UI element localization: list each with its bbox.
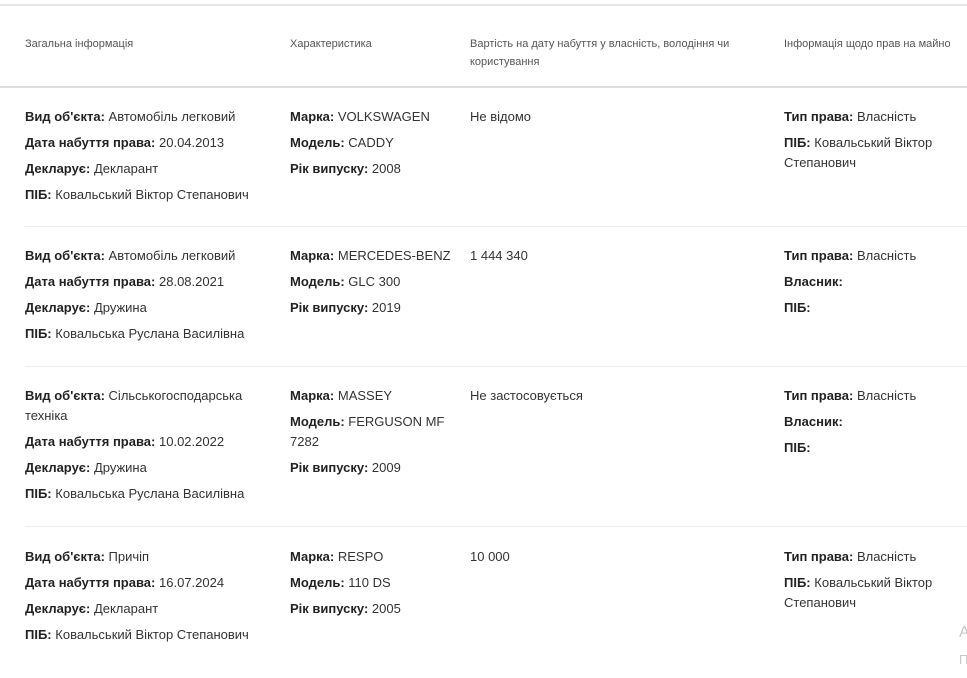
general-cell: Вид об'єкта: Автомобіль легковий Дата на… (25, 246, 280, 350)
full-name-value: Ковальська Руслана Василівна (55, 326, 245, 341)
acquisition-date-value: 28.08.2021 (159, 274, 225, 289)
declarant-label: Декларує: (25, 161, 91, 176)
model-value: 110 DS (348, 575, 391, 590)
model-label: Модель: (290, 414, 345, 429)
right-type-value: Власність (856, 388, 917, 403)
model-label: Модель: (290, 575, 345, 590)
header-rights: Інформація щодо прав на майно (784, 38, 951, 50)
value-text: Не застосовується (470, 388, 583, 403)
right-type-label: Тип права: (784, 248, 854, 263)
object-type-label: Вид об'єкта: (25, 549, 105, 564)
full-name-label: ПІБ: (25, 326, 52, 341)
object-type-value: Автомобіль легковий (108, 109, 236, 124)
value-text: 10 000 (470, 549, 510, 564)
header-divider (0, 86, 967, 88)
rights-cell: Тип права: Власність ПІБ: Ковальський Ві… (784, 107, 967, 179)
value-cell: 10 000 (470, 547, 760, 573)
rights-full-name-label: ПІБ: (784, 300, 811, 315)
value-cell: Не відомо (470, 107, 760, 133)
brand-value: VOLKSWAGEN (337, 109, 430, 124)
value-cell: Не застосовується (470, 386, 760, 412)
year-value: 2008 (371, 161, 401, 176)
declarant-value: Дружина (93, 300, 147, 315)
owner-label: Власник: (784, 274, 843, 289)
brand-value: MERCEDES-BENZ (337, 248, 451, 263)
right-type-label: Тип права: (784, 109, 854, 124)
model-value: GLC 300 (348, 274, 401, 289)
value-text: Не відомо (470, 109, 532, 124)
model-value: CADDY (348, 135, 394, 150)
owner-label: Власник: (784, 414, 843, 429)
full-name-label: ПІБ: (25, 627, 52, 642)
rights-cell: Тип права: Власність ПІБ: Ковальський Ві… (784, 547, 967, 619)
brand-label: Марка: (290, 549, 335, 564)
object-type-label: Вид об'єкта: (25, 388, 105, 403)
brand-value: RESPO (337, 549, 384, 564)
object-type-label: Вид об'єкта: (25, 248, 105, 263)
declarant-label: Декларує: (25, 300, 91, 315)
characteristics-cell: Марка: MASSEY Модель: FERGUSON MF 7282 Р… (290, 386, 455, 484)
right-type-value: Власність (856, 109, 917, 124)
model-label: Модель: (290, 274, 345, 289)
rights-cell: Тип права: Власність Власник: ПІБ: (784, 246, 967, 324)
header-value: Вартість на дату набуття у власність, во… (470, 38, 730, 68)
acquisition-date-value: 10.02.2022 (159, 434, 225, 449)
year-label: Рік випуску: (290, 460, 369, 475)
declarant-value: Дружина (93, 460, 147, 475)
year-label: Рік випуску: (290, 601, 369, 616)
rights-cell: Тип права: Власність Власник: ПІБ: (784, 386, 967, 464)
year-value: 2005 (371, 601, 401, 616)
rights-full-name-label: ПІБ: (784, 440, 811, 455)
right-type-value: Власність (856, 248, 917, 263)
full-name-value: Ковальська Руслана Василівна (55, 486, 245, 501)
acquisition-date-value: 16.07.2024 (159, 575, 225, 590)
brand-label: Марка: (290, 109, 335, 124)
object-type-value: Причіп (108, 549, 150, 564)
declarant-value: Декларант (93, 161, 159, 176)
acquisition-date-label: Дата набуття права: (25, 274, 156, 289)
object-type-value: Автомобіль легковий (108, 248, 236, 263)
year-value: 2019 (371, 300, 401, 315)
declarant-label: Декларує: (25, 601, 91, 616)
year-label: Рік випуску: (290, 161, 369, 176)
right-type-label: Тип права: (784, 549, 854, 564)
watermark-text-line2: П (959, 652, 967, 667)
rights-full-name-label: ПІБ: (784, 575, 811, 590)
value-cell: 1 444 340 (470, 246, 760, 272)
characteristics-cell: Марка: MERCEDES-BENZ Модель: GLC 300 Рік… (290, 246, 455, 324)
watermark-text-line1: А (959, 624, 967, 641)
brand-label: Марка: (290, 248, 335, 263)
full-name-label: ПІБ: (25, 486, 52, 501)
declarant-value: Декларант (93, 601, 159, 616)
table-header: Загальна інформація Характеристика Варті… (0, 0, 967, 86)
row-divider (25, 526, 967, 527)
full-name-value: Ковальський Віктор Степанович (55, 187, 249, 202)
acquisition-date-label: Дата набуття права: (25, 135, 156, 150)
rights-full-name-label: ПІБ: (784, 135, 811, 150)
object-type-label: Вид об'єкта: (25, 109, 105, 124)
full-name-value: Ковальський Віктор Степанович (55, 627, 249, 642)
right-type-label: Тип права: (784, 388, 854, 403)
general-cell: Вид об'єкта: Сільськогосподарська технік… (25, 386, 280, 510)
general-cell: Вид об'єкта: Автомобіль легковий Дата на… (25, 107, 280, 211)
right-type-value: Власність (856, 549, 917, 564)
acquisition-date-value: 20.04.2013 (159, 135, 225, 150)
declarant-label: Декларує: (25, 460, 91, 475)
characteristics-cell: Марка: VOLKSWAGEN Модель: CADDY Рік випу… (290, 107, 455, 185)
general-cell: Вид об'єкта: Причіп Дата набуття права: … (25, 547, 280, 651)
header-general: Загальна інформація (25, 38, 134, 50)
acquisition-date-label: Дата набуття права: (25, 575, 156, 590)
header-characteristics: Характеристика (290, 38, 372, 50)
full-name-label: ПІБ: (25, 187, 52, 202)
row-divider (25, 226, 967, 227)
characteristics-cell: Марка: RESPO Модель: 110 DS Рік випуску:… (290, 547, 455, 625)
acquisition-date-label: Дата набуття права: (25, 434, 156, 449)
year-label: Рік випуску: (290, 300, 369, 315)
model-label: Модель: (290, 135, 345, 150)
year-value: 2009 (371, 460, 401, 475)
brand-label: Марка: (290, 388, 335, 403)
row-divider (25, 366, 967, 367)
brand-value: MASSEY (337, 388, 393, 403)
value-text: 1 444 340 (470, 248, 528, 263)
